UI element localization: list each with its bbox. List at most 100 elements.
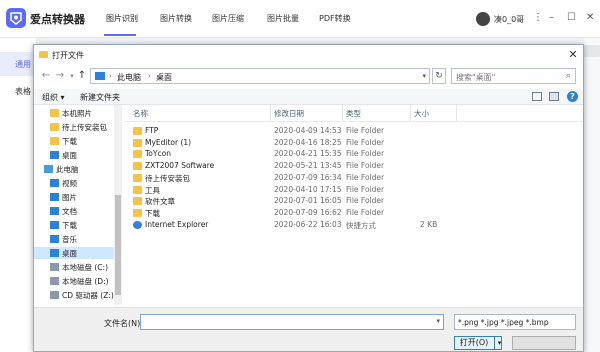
nav-item[interactable]: 视频 — [34, 177, 114, 189]
preview-pane-icon[interactable] — [549, 92, 559, 101]
tab-image-batch[interactable]: 图片批量 — [267, 13, 299, 24]
column-divider[interactable] — [270, 105, 271, 121]
dialog-toolbar: 组织 ▾ 新建文件夹 ? — [34, 89, 583, 105]
file-row[interactable]: ZXT2007 Software 2020-05-21 13:45 File Fol… — [124, 160, 583, 172]
up-arrow-icon[interactable]: ↑ — [76, 69, 88, 83]
tab-pdf-convert[interactable]: PDF转换 — [319, 13, 351, 24]
file-row[interactable]: 待上传安装包 2020-07-09 16:34 File Folder — [124, 172, 583, 184]
nav-item-label: 下载 — [62, 137, 77, 146]
column-divider[interactable] — [410, 105, 411, 121]
file-row[interactable]: 软件文章 2020-07-01 16:05 File Folder — [124, 195, 583, 207]
user-name[interactable]: 凑0_0哥 — [494, 14, 524, 25]
file-row[interactable]: ToYcon 2020-04-21 15:35 File Folder — [124, 148, 583, 160]
file-row[interactable]: MyEditor (1) 2020-04-16 18:25 File Folder — [124, 137, 583, 149]
column-divider[interactable] — [342, 105, 343, 121]
maximize-icon[interactable]: ☐ — [567, 12, 576, 24]
nav-item[interactable]: 桌面 — [34, 149, 114, 161]
tab-image-recognition[interactable]: 图片识别 — [106, 13, 138, 24]
file-row[interactable]: 工具 2020-04-10 17:15 File Folder — [124, 184, 583, 196]
column-divider[interactable] — [456, 105, 457, 121]
library-icon — [50, 151, 59, 159]
nav-item[interactable]: 音乐 — [34, 233, 114, 245]
file-size: 2 KB — [420, 219, 438, 229]
breadcrumb-this-pc[interactable]: 此电脑 — [117, 72, 141, 83]
nav-item[interactable]: 下载 — [34, 135, 114, 147]
nav-item[interactable]: 本地磁盘 (D:) — [34, 275, 114, 287]
address-bar[interactable]: › 此电脑 › 桌面 ▾ — [90, 68, 430, 84]
filename-label: 文件名(N): — [104, 319, 143, 328]
filename-input[interactable]: ▾ — [140, 314, 444, 330]
nav-item[interactable]: 此电脑 — [34, 163, 114, 175]
file-date: 2020-04-09 14:53 — [274, 126, 342, 135]
nav-item-label: 待上传安装包 — [62, 123, 107, 132]
library-icon — [50, 235, 59, 243]
chevron-right-icon[interactable]: › — [109, 72, 112, 80]
computer-icon — [44, 165, 53, 173]
column-header-type[interactable]: 类型 — [346, 108, 361, 119]
nav-item[interactable]: 桌面 — [34, 247, 114, 259]
dialog-title: 打开文件 — [52, 51, 84, 60]
side-item-table[interactable]: 表格 — [15, 86, 35, 97]
file-row[interactable]: 下载 2020-07-09 16:62 File Folder — [124, 207, 583, 219]
menu-icon[interactable]: ⋮ — [533, 12, 543, 24]
library-icon — [50, 179, 59, 187]
nav-item-label: CD 驱动器 (Z:) — [62, 291, 114, 300]
file-date: 2020-04-21 15:35 — [274, 149, 342, 159]
nav-item[interactable]: 本机照片 — [34, 107, 114, 119]
nav-scrollbar-thumb[interactable] — [115, 195, 121, 295]
app-logo-icon — [6, 8, 26, 28]
close-icon[interactable]: ✕ — [586, 12, 594, 24]
open-button-label: 打开(O) — [459, 338, 489, 347]
header-divider — [124, 121, 583, 122]
drive-icon — [50, 291, 59, 299]
search-icon[interactable]: ⌕ — [566, 71, 571, 81]
internet-explorer-icon — [133, 220, 142, 229]
folder-icon — [133, 162, 142, 171]
help-icon[interactable]: ? — [567, 91, 578, 102]
nav-item[interactable]: 图片 — [34, 191, 114, 203]
file-row[interactable]: FTP 2020-04-09 14:53 File Folder — [124, 125, 583, 137]
nav-item[interactable]: 待上传安装包 — [34, 121, 114, 133]
side-item-general[interactable]: 通用 — [0, 52, 36, 76]
chevron-right-icon[interactable]: › — [148, 72, 151, 80]
nav-item[interactable]: 本地磁盘 (C:) — [34, 261, 114, 273]
dialog-close-button[interactable]: ✕ — [565, 48, 581, 61]
avatar[interactable] — [476, 12, 490, 26]
file-type: File Folder — [346, 161, 385, 171]
folder-icon — [133, 197, 142, 206]
search-input[interactable]: 搜索"桌面" ⌕ — [451, 68, 576, 84]
folder-icon — [50, 123, 59, 131]
open-dropdown-chevron-icon[interactable]: ▾ — [494, 336, 504, 350]
nav-item[interactable]: 文档 — [34, 205, 114, 217]
back-arrow-icon[interactable]: ← — [40, 69, 52, 83]
column-header-name[interactable]: 名称 — [133, 108, 148, 119]
view-options-icon[interactable] — [532, 92, 542, 101]
file-type: File Folder — [346, 149, 385, 159]
column-header-size[interactable]: 大小 — [414, 108, 429, 119]
refresh-button[interactable]: ↻ — [432, 68, 446, 84]
file-name: 待上传安装包 — [145, 173, 190, 183]
minimize-icon[interactable]: – — [549, 12, 554, 24]
new-folder-button[interactable]: 新建文件夹 — [80, 92, 120, 103]
nav-item-label: 视频 — [62, 179, 77, 188]
tab-image-compress[interactable]: 图片压缩 — [212, 13, 244, 24]
cancel-button[interactable] — [512, 336, 576, 350]
folder-icon — [133, 138, 142, 147]
breadcrumb-desktop[interactable]: 桌面 — [156, 72, 172, 83]
nav-item[interactable]: 下载 — [34, 219, 114, 231]
organize-menu[interactable]: 组织 ▾ — [42, 92, 65, 103]
forward-arrow-icon[interactable]: → — [54, 69, 66, 83]
chevron-down-icon[interactable]: ▾ — [436, 317, 440, 325]
file-row[interactable]: Internet Explorer 2020-06-22 16:03 快捷方式 2 K… — [124, 219, 583, 231]
file-date: 2020-07-09 16:34 — [274, 172, 342, 182]
nav-item-label: 本机照片 — [62, 109, 92, 118]
column-header-date[interactable]: 修改日期 — [274, 108, 304, 119]
chevron-down-icon[interactable]: ▾ — [422, 72, 426, 80]
tab-image-convert[interactable]: 图片转换 — [160, 13, 192, 24]
library-icon — [50, 207, 59, 215]
folder-icon — [133, 150, 142, 159]
file-date: 2020-07-01 16:05 — [274, 196, 342, 206]
filetype-select[interactable]: *.png *.jpg *.jpeg *.bmp — [454, 314, 576, 330]
folder-icon — [133, 127, 142, 135]
nav-item[interactable]: CD 驱动器 (Z:) — [34, 289, 114, 301]
